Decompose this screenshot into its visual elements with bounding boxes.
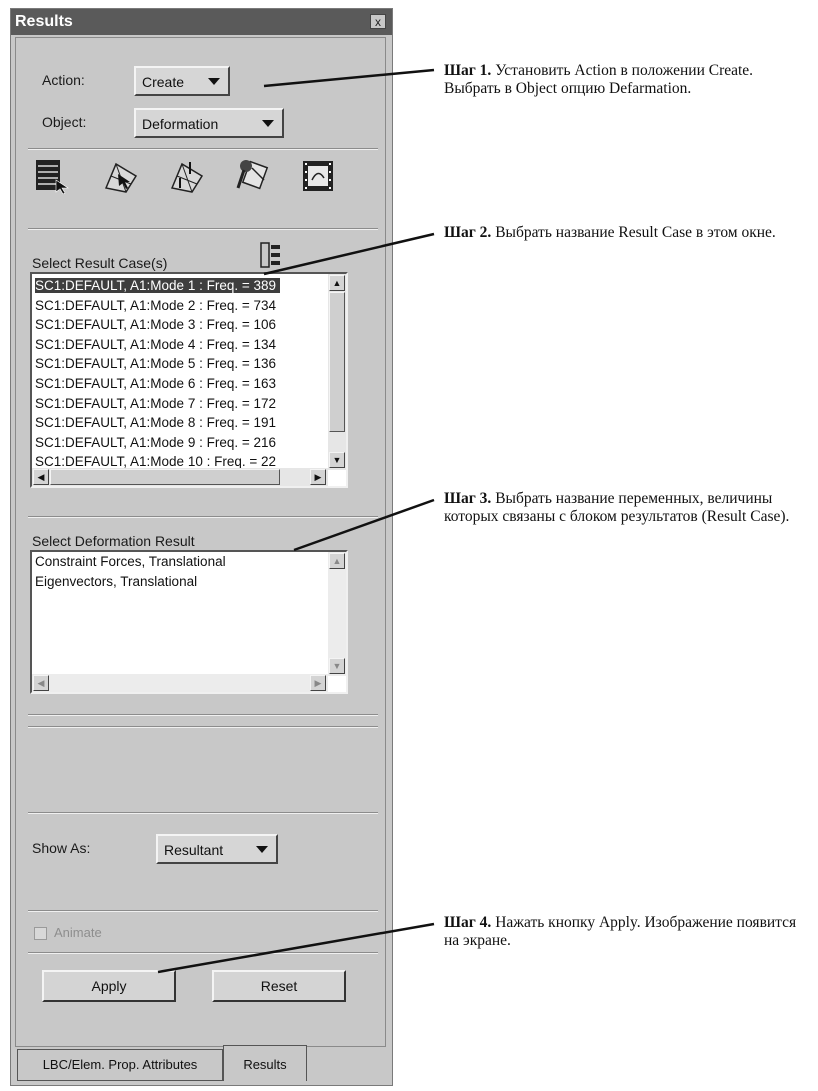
- annotation-step-2: Шаг 2. Выбрать название Result Case в эт…: [444, 224, 812, 242]
- annotation-text: Выбрать название переменных, величины ко…: [444, 490, 790, 525]
- annotation-step-4: Шаг 4. Нажать кнопку Apply. Изображение …: [444, 914, 812, 950]
- leader-line-step-2: [263, 232, 435, 276]
- leader-line-step-1: [263, 68, 435, 88]
- annotation-text: Нажать кнопку Apply. Изображение появитс…: [444, 914, 797, 949]
- annotation-step-label: Шаг 4.: [444, 914, 492, 931]
- annotation-text: Установить Action в положении Create. Вы…: [444, 62, 754, 97]
- annotation-step-1: Шаг 1. Установить Action в положении Cre…: [444, 62, 812, 98]
- annotation-text: Выбрать название Result Case в этом окне…: [495, 224, 776, 241]
- annotation-step-3: Шаг 3. Выбрать название переменных, вели…: [444, 490, 812, 526]
- annotation-step-label: Шаг 3.: [444, 490, 492, 507]
- annotation-step-label: Шаг 1.: [444, 62, 492, 79]
- leader-line-step-4: [157, 922, 435, 974]
- leader-line-step-3: [293, 498, 435, 552]
- annotation-step-label: Шаг 2.: [444, 224, 492, 241]
